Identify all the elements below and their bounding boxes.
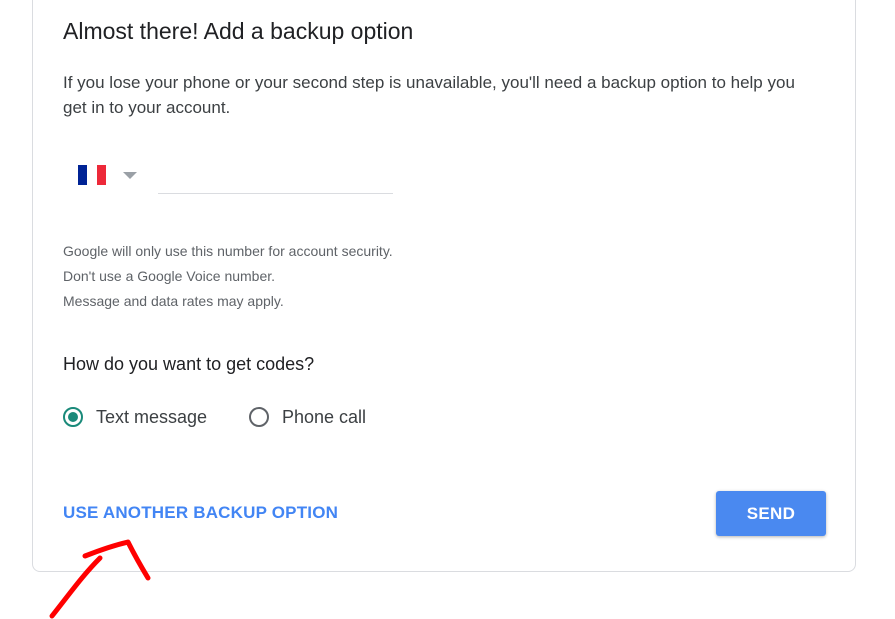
radio-label: Text message (96, 406, 208, 427)
phone-number-input[interactable] (158, 159, 393, 194)
security-notes: Google will only use this number for acc… (63, 239, 393, 314)
radio-selected-icon[interactable] (63, 407, 83, 427)
country-selector[interactable] (63, 155, 153, 195)
phone-number-row (63, 155, 403, 195)
radio-label: Phone call (282, 406, 367, 427)
note-line: Don't use a Google Voice number. (63, 268, 276, 284)
chevron-down-icon (123, 172, 137, 179)
use-another-backup-option-link[interactable]: USE ANOTHER BACKUP OPTION (63, 503, 338, 523)
codes-radio-group: Text message Phone call (63, 403, 463, 431)
note-line: Message and data rates may apply. (63, 293, 284, 309)
page: Almost there! Add a backup option If you… (0, 0, 895, 619)
france-flag-icon (78, 165, 106, 185)
red-arrow-annotation-icon (49, 539, 151, 619)
note-line: Google will only use this number for acc… (63, 243, 393, 259)
radio-text-message[interactable]: Text message (63, 403, 207, 431)
page-title: Almost there! Add a backup option (63, 18, 414, 44)
radio-phone-call[interactable]: Phone call (249, 403, 366, 431)
description: If you lose your phone or your second st… (63, 73, 795, 117)
send-button[interactable]: SEND (716, 491, 826, 536)
radio-unselected-icon[interactable] (249, 407, 269, 427)
codes-question: How do you want to get codes? (63, 354, 315, 374)
